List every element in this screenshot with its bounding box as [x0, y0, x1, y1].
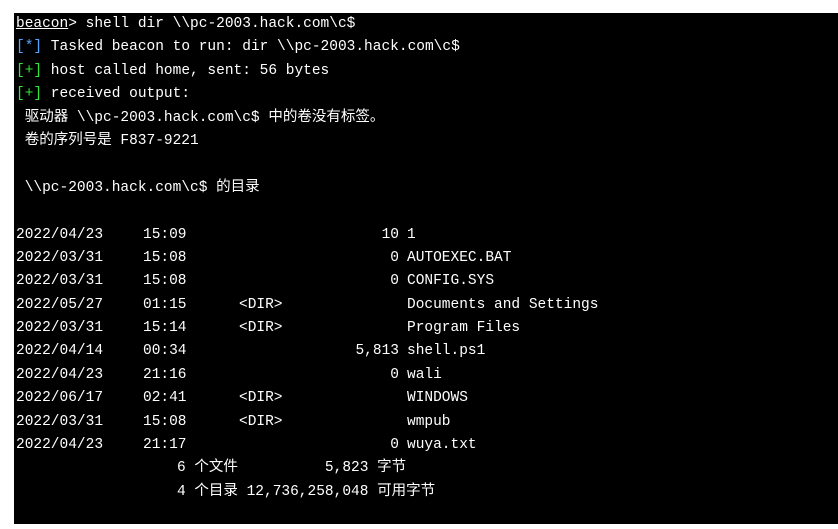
entry-date: 2022/05/27 [16, 296, 104, 313]
listing-row: 2022/03/31 15:08 <DIR> wmpub [16, 411, 838, 434]
entry-dir-flag [239, 364, 309, 387]
dirs-summary-line: 4 个目录 12,736,258,048 可用字节 [16, 481, 838, 504]
listing-row: 2022/05/27 01:15 <DIR> Documents and Settin… [16, 294, 838, 317]
entry-name: wali [407, 366, 442, 383]
entry-date: 2022/03/31 [16, 320, 104, 337]
entry-size: 5,813 [355, 343, 399, 360]
entry-name: CONFIG.SYS [407, 273, 495, 290]
files-summary-line: 6 个文件 5,823 字节 [16, 457, 838, 480]
entry-dir-flag [239, 434, 309, 457]
entry-time: 21:16 [143, 366, 187, 383]
beacon-console[interactable]: beacon> shell dir \\pc-2003.hack.com\c$ … [14, 13, 838, 524]
received-output-text: received output: [42, 86, 191, 103]
entry-date: 2022/04/23 [16, 437, 104, 454]
entry-time: 00:34 [143, 343, 187, 360]
command-text: > shell dir \\pc-2003.hack.com\c$ [68, 16, 356, 32]
received-output-line: [+] received output: [16, 83, 838, 106]
entry-time: 15:08 [143, 273, 187, 290]
called-home-text: host called home, sent: 56 bytes [42, 62, 330, 79]
listing-row: 2022/03/31 15:08 0 CONFIG.SYS [16, 270, 838, 293]
files-summary: 6 个文件 5,823 字节 [177, 460, 407, 477]
listing-row: 2022/03/31 15:14 <DIR> Program Files [16, 317, 838, 340]
entry-name: wmpub [407, 413, 451, 430]
entry-dir-flag [239, 340, 309, 363]
entry-date: 2022/04/23 [16, 226, 104, 243]
entry-time: 15:08 [143, 249, 187, 266]
serial-number-line: 卷的序列号是 F837-9221 [16, 132, 199, 149]
entry-date: 2022/04/14 [16, 343, 104, 360]
entry-name: Documents and Settings [407, 296, 599, 313]
entry-name: shell.ps1 [407, 343, 486, 360]
entry-size [309, 411, 399, 434]
command-line: beacon> shell dir \\pc-2003.hack.com\c$ [16, 13, 838, 36]
tasked-line: [*] Tasked beacon to run: dir \\pc-2003.… [16, 36, 838, 59]
entry-date: 2022/06/17 [16, 390, 104, 407]
dirs-summary: 4 个目录 12,736,258,048 可用字节 [177, 483, 436, 500]
entry-time: 15:14 [143, 320, 187, 337]
entry-dir-flag [239, 224, 309, 247]
called-home-line: [+] host called home, sent: 56 bytes [16, 60, 838, 83]
entry-date: 2022/03/31 [16, 249, 104, 266]
entry-size: 0 [390, 273, 399, 290]
directory-listing: 2022/04/23 15:09 10 1 2022/03/31 15:08 0 AUTOEX… [16, 224, 838, 458]
entry-time: 01:15 [143, 296, 187, 313]
directory-of-line: \\pc-2003.hack.com\c$ 的目录 [16, 179, 260, 196]
entry-dir-flag: <DIR> [239, 390, 283, 407]
listing-row: 2022/04/14 00:34 5,813 shell.ps1 [16, 340, 838, 363]
entry-name: Program Files [407, 320, 521, 337]
entry-size: 0 [390, 249, 399, 266]
entry-time: 21:17 [143, 437, 187, 454]
listing-row: 2022/04/23 21:16 0 wali [16, 364, 838, 387]
entry-size [309, 294, 399, 317]
listing-row: 2022/03/31 15:08 0 AUTOEXEC.BAT [16, 247, 838, 270]
entry-time: 02:41 [143, 390, 187, 407]
entry-dir-flag: <DIR> [239, 320, 283, 337]
entry-name: AUTOEXEC.BAT [407, 249, 512, 266]
entry-size: 0 [390, 437, 399, 454]
volume-label-line: 驱动器 \\pc-2003.hack.com\c$ 中的卷没有标签。 [16, 109, 385, 126]
entry-time: 15:09 [143, 226, 187, 243]
entry-date: 2022/04/23 [16, 366, 104, 383]
entry-dir-flag [239, 247, 309, 270]
listing-row: 2022/04/23 15:09 10 1 [16, 224, 838, 247]
entry-dir-flag [239, 270, 309, 293]
entry-dir-flag: <DIR> [239, 296, 283, 313]
entry-dir-flag: <DIR> [239, 413, 283, 430]
entry-name: WINDOWS [407, 390, 468, 407]
beacon-prompt[interactable]: beacon [16, 16, 68, 32]
entry-date: 2022/03/31 [16, 413, 104, 430]
info-tag: [*] [16, 39, 43, 56]
listing-row: 2022/04/23 21:17 0 wuya.txt [16, 434, 838, 457]
entry-size [309, 387, 399, 410]
entry-time: 15:08 [143, 413, 187, 430]
success-tag: [+] [16, 62, 43, 79]
entry-size: 0 [390, 366, 399, 383]
entry-name: 1 [407, 226, 416, 243]
entry-size: 10 [381, 226, 399, 243]
listing-row: 2022/06/17 02:41 <DIR> WINDOWS [16, 387, 838, 410]
entry-date: 2022/03/31 [16, 273, 104, 290]
entry-size [309, 317, 399, 340]
tasked-text: Tasked beacon to run: dir \\pc-2003.hack… [42, 39, 460, 56]
entry-name: wuya.txt [407, 437, 477, 454]
success-tag: [+] [16, 86, 43, 103]
